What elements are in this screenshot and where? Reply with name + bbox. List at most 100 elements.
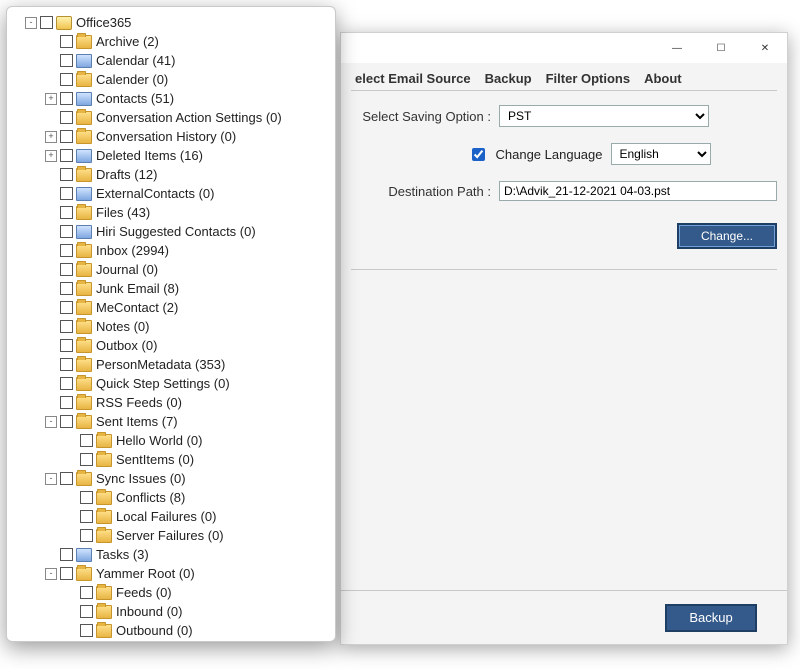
tree-item[interactable]: Local Failures (0) [11,507,331,526]
tree-item[interactable]: Drafts (12) [11,165,331,184]
checkbox[interactable] [60,301,73,314]
folder-icon [76,73,92,87]
tree-item[interactable]: Journal (0) [11,260,331,279]
checkbox[interactable] [60,548,73,561]
tree-item[interactable]: Conflicts (8) [11,488,331,507]
change-language-checkbox[interactable] [472,148,485,161]
tree-item[interactable]: SentItems (0) [11,450,331,469]
checkbox[interactable] [60,225,73,238]
tree-item[interactable]: ExternalContacts (0) [11,184,331,203]
tree-item-label: Quick Step Settings (0) [96,376,230,391]
checkbox[interactable] [60,130,73,143]
tree-spacer [45,359,57,371]
checkbox[interactable] [80,434,93,447]
tree-item[interactable]: Files (43) [11,203,331,222]
tree-item[interactable]: Hiri Suggested Contacts (0) [11,222,331,241]
tree-item[interactable]: Outbound (0) [11,621,331,640]
tree-item[interactable]: Inbox (2994) [11,241,331,260]
backup-button[interactable]: Backup [665,604,757,632]
tree-item[interactable]: Quick Step Settings (0) [11,374,331,393]
divider [351,269,777,270]
tree-item[interactable]: +Deleted Items (16) [11,146,331,165]
tree-spacer [45,36,57,48]
checkbox[interactable] [60,244,73,257]
tree-item[interactable]: - Yammer Root (0) [11,564,331,583]
tree-spacer [65,587,77,599]
tab-email-source[interactable]: elect Email Source [351,69,475,88]
checkbox[interactable] [60,263,73,276]
checkbox[interactable] [60,320,73,333]
tree-item[interactable]: Outbox (0) [11,336,331,355]
checkbox[interactable] [60,396,73,409]
change-button[interactable]: Change... [677,223,777,249]
tree-item[interactable]: RSS Feeds (0) [11,393,331,412]
checkbox[interactable] [60,472,73,485]
collapse-icon[interactable]: - [45,416,57,428]
checkbox[interactable] [80,453,93,466]
tree-item-label: Contacts (51) [96,91,174,106]
checkbox[interactable] [80,586,93,599]
folder-icon [76,472,92,486]
maximize-button[interactable]: ☐ [699,34,743,62]
checkbox[interactable] [60,92,73,105]
checkbox[interactable] [60,567,73,580]
expand-icon[interactable]: + [45,150,57,162]
tree-item[interactable]: Feeds (0) [11,583,331,602]
checkbox[interactable] [80,529,93,542]
tree-item-label: Calendar (41) [96,53,176,68]
tree-item[interactable]: Notes (0) [11,317,331,336]
tab-filter-options[interactable]: Filter Options [542,69,635,88]
collapse-icon[interactable]: - [45,473,57,485]
checkbox[interactable] [60,187,73,200]
tree-item[interactable]: Server Failures (0) [11,526,331,545]
close-button[interactable]: ✕ [743,34,787,62]
checkbox[interactable] [60,35,73,48]
tree-item[interactable]: Calender (0) [11,70,331,89]
folder-icon [76,35,92,49]
tree-item[interactable]: + Contacts (51) [11,89,331,108]
tree-root[interactable]: - Office365 [11,13,331,32]
tree-item[interactable]: -Sync Issues (0) [11,469,331,488]
checkbox[interactable] [60,206,73,219]
checkbox[interactable] [80,624,93,637]
saving-option-select[interactable]: PST [499,105,709,127]
tree-item[interactable]: MeContact (2) [11,298,331,317]
checkbox[interactable] [60,377,73,390]
language-select[interactable]: English [611,143,711,165]
expand-icon[interactable]: + [45,93,57,105]
expand-icon[interactable]: + [45,131,57,143]
checkbox[interactable] [60,358,73,371]
checkbox[interactable] [60,168,73,181]
checkbox[interactable] [60,415,73,428]
tree-item[interactable]: PersonMetadata (353) [11,355,331,374]
tree-item-label: RSS Feeds (0) [96,395,182,410]
checkbox[interactable] [60,149,73,162]
checkbox[interactable] [60,54,73,67]
tab-about[interactable]: About [640,69,686,88]
tree-item[interactable]: Conversation Action Settings (0) [11,108,331,127]
tree-item[interactable]: Tasks (3) [11,545,331,564]
tree-item[interactable]: Archive (2) [11,32,331,51]
destination-path-field[interactable] [499,181,777,201]
minimize-button[interactable]: — [655,34,699,62]
checkbox[interactable] [40,16,53,29]
tree-item[interactable]: -Sent Items (7) [11,412,331,431]
tab-backup[interactable]: Backup [481,69,536,88]
tree-item[interactable]: Calendar (41) [11,51,331,70]
folder-icon [76,358,92,372]
checkbox[interactable] [80,510,93,523]
tree-item[interactable]: +Conversation History (0) [11,127,331,146]
tree-item-label: Inbound (0) [116,604,183,619]
checkbox[interactable] [80,605,93,618]
tree-item[interactable]: Inbound (0) [11,602,331,621]
collapse-icon[interactable]: - [45,568,57,580]
checkbox[interactable] [80,491,93,504]
tree-item[interactable]: Junk Email (8) [11,279,331,298]
collapse-icon[interactable]: - [25,17,37,29]
tree-item[interactable]: Hello World (0) [11,431,331,450]
tree-item-label: Yammer Root (0) [96,566,195,581]
checkbox[interactable] [60,73,73,86]
checkbox[interactable] [60,282,73,295]
checkbox[interactable] [60,339,73,352]
checkbox[interactable] [60,111,73,124]
